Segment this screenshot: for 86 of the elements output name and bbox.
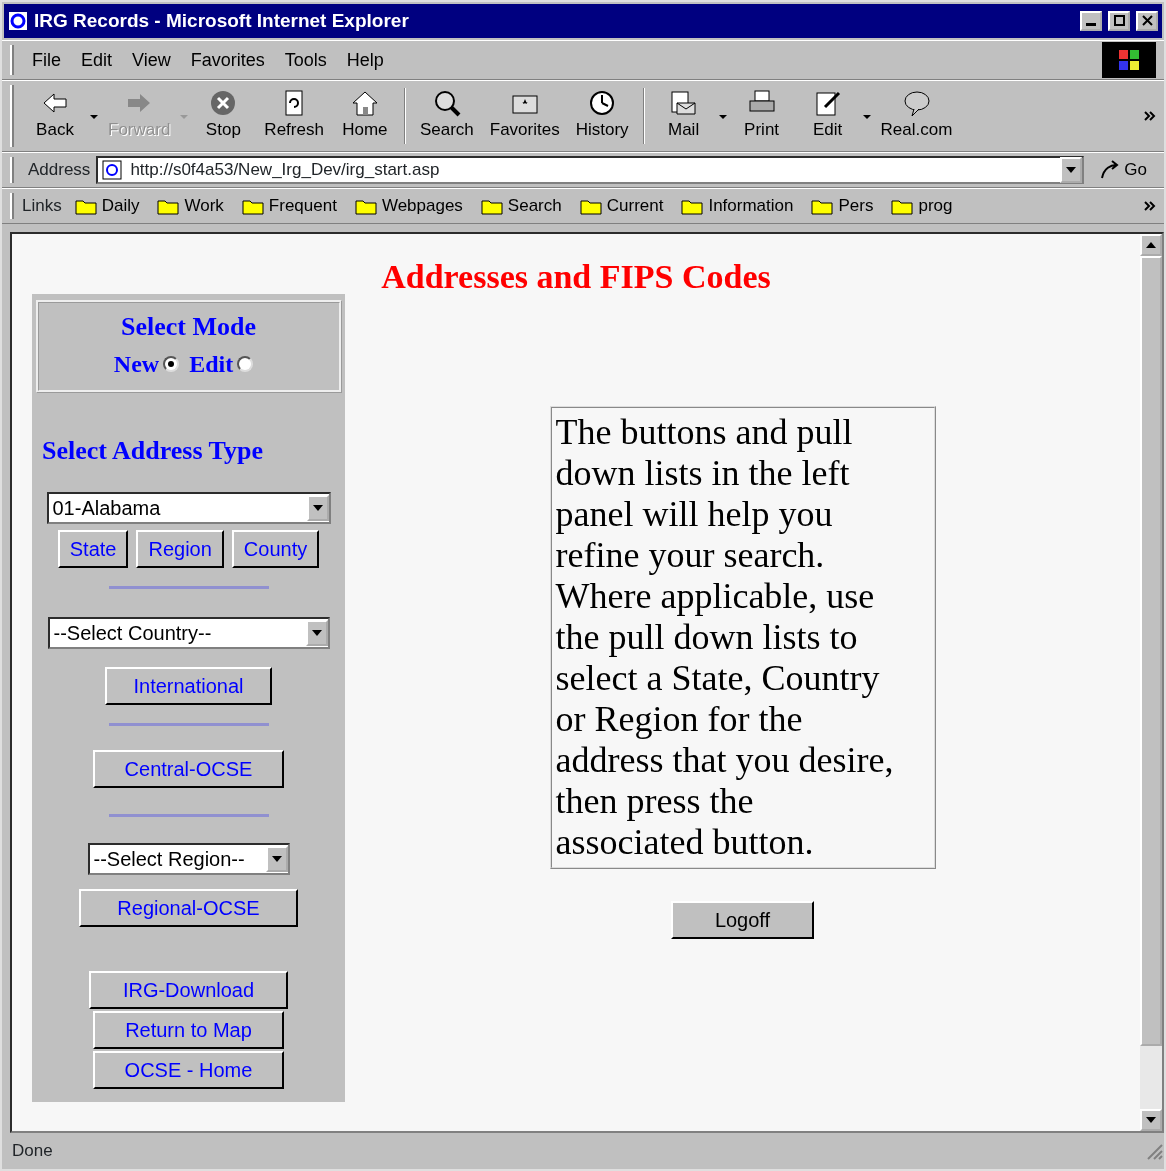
windows-logo-icon xyxy=(1117,48,1141,72)
folder-icon xyxy=(241,197,264,215)
toolbar-button[interactable]: History xyxy=(567,85,637,147)
form-button[interactable]: IRG-Download xyxy=(88,971,289,1009)
scroll-down-icon xyxy=(1146,1117,1156,1123)
page-icon xyxy=(102,160,123,180)
links-label: Links xyxy=(22,195,62,218)
folder-icon xyxy=(480,197,503,215)
link-button[interactable]: prog xyxy=(882,193,962,219)
folder-icon xyxy=(579,197,602,215)
minimize-icon xyxy=(1086,23,1096,26)
form-button[interactable]: Return to Map xyxy=(93,1011,284,1049)
maximize-icon xyxy=(1111,14,1127,28)
form-button[interactable]: OCSE - Home xyxy=(92,1051,285,1089)
dropdown-arrow-icon xyxy=(312,505,323,511)
menu-item[interactable]: Tools xyxy=(274,46,337,74)
form-button[interactable]: Regional-OCSE xyxy=(79,889,298,927)
dropdown[interactable]: --Select Region-- xyxy=(87,843,290,875)
link-button[interactable]: Work xyxy=(148,193,233,219)
menu-item[interactable]: Favorites xyxy=(180,46,275,74)
speech-bubble-icon xyxy=(901,89,932,118)
toolbar-button[interactable]: Print xyxy=(728,85,795,147)
maximize-button[interactable] xyxy=(1108,11,1130,31)
link-button[interactable]: Search xyxy=(471,193,571,219)
form-button[interactable]: International xyxy=(105,667,272,705)
link-button[interactable]: Webpages xyxy=(345,193,472,219)
form-button[interactable]: State xyxy=(57,530,129,568)
menu-item[interactable]: View xyxy=(122,46,181,74)
form-button[interactable]: County xyxy=(231,530,320,568)
link-button[interactable]: Frequent xyxy=(232,193,346,219)
caret-icon xyxy=(180,114,189,119)
folder-icon xyxy=(157,197,180,215)
page-heading: Addresses and FIPS Codes xyxy=(380,260,772,294)
go-arrow-icon xyxy=(1099,160,1120,180)
close-icon xyxy=(1139,14,1155,28)
folder-icon xyxy=(891,197,914,215)
link-button[interactable]: Current xyxy=(570,193,673,219)
toolbar-button[interactable]: Favorites xyxy=(481,85,568,147)
toolbar-button[interactable]: Search xyxy=(411,85,482,147)
radio-label: Edit xyxy=(189,350,234,379)
address-field[interactable]: http://s0f4a53/New_Irg_Dev/irg_start.asp xyxy=(96,156,1085,184)
toolbar-button[interactable]: Real.com xyxy=(872,85,961,147)
close-button[interactable] xyxy=(1136,11,1158,31)
toolbar-button[interactable]: Stop xyxy=(190,85,257,147)
form-button[interactable]: Region xyxy=(136,530,224,568)
link-button[interactable]: Daily xyxy=(65,193,149,219)
dropdown-arrow-icon xyxy=(271,856,282,862)
folder-icon xyxy=(811,197,834,215)
radio-label: New xyxy=(113,350,160,379)
toolbar-button[interactable]: Home xyxy=(331,85,398,147)
go-button[interactable]: Go xyxy=(1090,157,1156,183)
dropdown-arrow-icon xyxy=(1066,167,1077,173)
link-button[interactable]: Pers xyxy=(802,193,883,219)
minimize-button[interactable] xyxy=(1080,11,1102,31)
caret-icon xyxy=(862,114,871,119)
chevron-icon xyxy=(1144,200,1156,212)
info-text: The buttons and pull down lists in the left panel will help you refine your search. Where applicable, use the pull down lists to select a State, Country or Region for the address that you desire, then press the associated button. xyxy=(549,406,936,869)
caret-icon xyxy=(90,114,98,119)
dropdown-arrow-icon xyxy=(311,630,322,636)
status-text: Done xyxy=(12,1140,54,1163)
mail-icon xyxy=(668,89,699,118)
toolbar-button[interactable]: Mail xyxy=(650,85,717,147)
scroll-up-icon xyxy=(1146,242,1156,248)
radio-button[interactable] xyxy=(163,356,180,372)
mode-title: Select Mode xyxy=(120,311,257,343)
browser-icon xyxy=(8,11,28,31)
radio-button[interactable] xyxy=(237,356,254,372)
section-title: Select Address Type xyxy=(41,435,264,467)
folder-icon xyxy=(74,197,97,215)
toolbar-button[interactable]: Edit xyxy=(794,85,861,147)
toolbar-button[interactable]: Back xyxy=(22,85,88,147)
menu-item[interactable]: File xyxy=(22,46,71,74)
dropdown[interactable]: --Select Country-- xyxy=(47,617,330,649)
form-button[interactable]: Central-OCSE xyxy=(92,750,285,788)
folder-icon xyxy=(354,197,377,215)
window-title: IRG Records - Microsoft Internet Explorer xyxy=(34,8,410,33)
folder-icon xyxy=(681,197,704,215)
chevron-icon xyxy=(1144,110,1156,122)
link-button[interactable]: Information xyxy=(672,193,803,219)
menu-item[interactable]: Help xyxy=(336,46,394,74)
address-label: Address xyxy=(28,159,91,182)
caret-icon xyxy=(718,114,727,119)
menu-item[interactable]: Edit xyxy=(71,46,123,74)
toolbar-button[interactable]: Refresh xyxy=(256,85,332,147)
logoff-button[interactable]: Logoff xyxy=(670,901,815,939)
dropdown[interactable]: 01-Alabama xyxy=(46,492,331,524)
